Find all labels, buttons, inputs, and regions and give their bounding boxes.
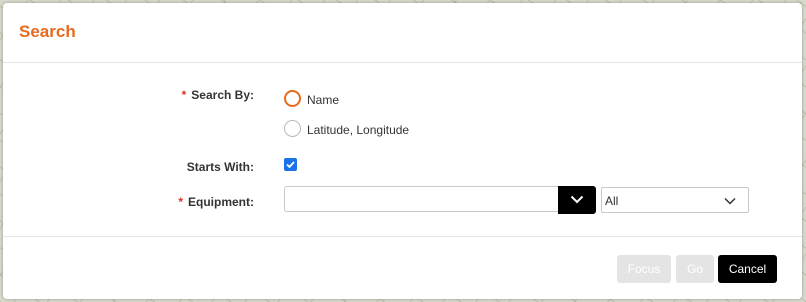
radio-name[interactable] bbox=[284, 90, 301, 107]
dialog-title: Search bbox=[19, 22, 76, 41]
radio-lat-long[interactable] bbox=[284, 120, 301, 137]
cancel-button[interactable]: Cancel bbox=[718, 255, 777, 283]
search-by-label-group: * Search By: bbox=[134, 88, 254, 102]
go-button[interactable]: Go bbox=[676, 255, 714, 283]
equipment-input[interactable] bbox=[284, 186, 558, 212]
radio-name-label[interactable]: Name bbox=[307, 93, 339, 107]
required-marker: * bbox=[181, 88, 187, 102]
equipment-dropdown-button[interactable] bbox=[558, 186, 596, 214]
chevron-down-icon bbox=[570, 195, 584, 204]
search-by-label: Search By: bbox=[191, 88, 254, 102]
check-icon bbox=[286, 161, 295, 169]
starts-with-checkbox[interactable] bbox=[284, 158, 297, 171]
radio-lat-long-label[interactable]: Latitude, Longitude bbox=[307, 123, 409, 137]
starts-with-label: Starts With: bbox=[186, 160, 254, 174]
dialog-header: Search bbox=[3, 3, 802, 63]
focus-button[interactable]: Focus bbox=[617, 255, 671, 283]
equipment-label-group: * Equipment: bbox=[134, 195, 254, 209]
required-marker: * bbox=[178, 195, 183, 209]
equipment-label: Equipment: bbox=[188, 195, 254, 209]
chevron-down-icon bbox=[724, 197, 736, 205]
equipment-filter-select[interactable]: All bbox=[601, 187, 749, 213]
search-dialog: Search * Search By: Name Latitude, Longit… bbox=[3, 3, 802, 299]
footer-divider bbox=[3, 236, 802, 237]
equipment-filter-value: All bbox=[605, 194, 619, 208]
